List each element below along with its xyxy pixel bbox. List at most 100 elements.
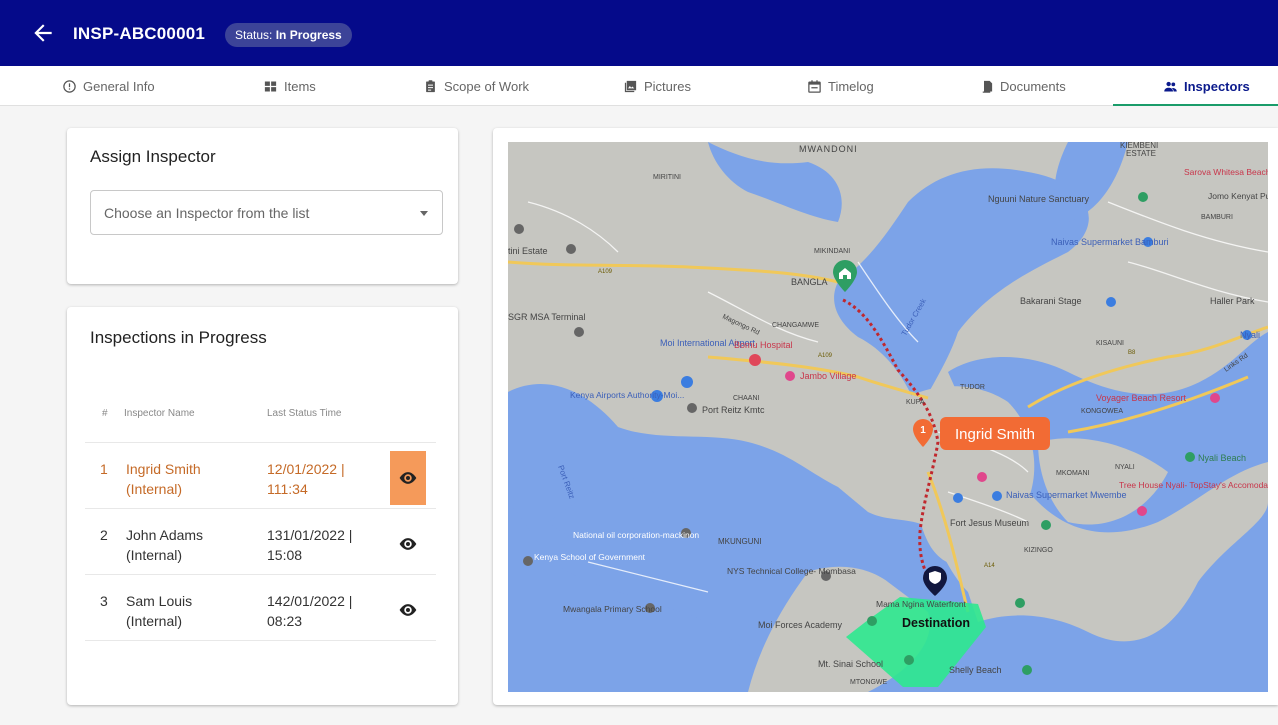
status-prefix: Status:: [235, 28, 273, 42]
map-label: Port Reitz Kmtc: [702, 405, 765, 415]
tab-scope-of-work[interactable]: Scope of Work: [423, 66, 529, 106]
tab-bar: General Info Items Scope of Work Picture…: [0, 66, 1278, 106]
table-row[interactable]: 2 John Adams (Internal) 131/01/2022 | 15…: [85, 508, 436, 574]
map-label: Jambo Village: [800, 371, 856, 381]
map-label: TUDOR: [960, 384, 985, 391]
map-label: MIKINDANI: [814, 248, 850, 255]
inspection-id-title: INSP-ABC00001: [73, 24, 206, 43]
view-inspector-button[interactable]: [390, 517, 426, 571]
map-label: Moi Forces Academy: [758, 620, 843, 630]
map-label: NYALI: [1115, 464, 1135, 471]
inspections-in-progress-card: Inspections in Progress # Inspector Name…: [67, 307, 458, 705]
map-label: Tree House Nyali- TopStay's Accomodation: [1119, 480, 1268, 490]
assign-inspector-card: Assign Inspector Choose an Inspector fro…: [67, 128, 458, 284]
tab-general-info[interactable]: General Info: [62, 66, 155, 106]
map-label: KIZINGO: [1024, 547, 1053, 554]
tab-label: Inspectors: [1184, 78, 1250, 94]
tab-label: Timelog: [828, 78, 874, 94]
tab-items[interactable]: Items: [263, 66, 316, 106]
last-status-time: 142/01/2022 | 08:23: [267, 593, 353, 629]
inspections-title: Inspections in Progress: [90, 328, 267, 347]
inspector-name: John Adams (Internal): [126, 527, 204, 563]
map-view[interactable]: MWANDONI KIEMBENI ESTATE MIRITINI MIKIND…: [508, 142, 1268, 692]
photo-library-icon: [624, 80, 637, 92]
info-circle-icon: [63, 79, 76, 93]
destination-label: Destination: [902, 616, 970, 630]
app-bar: INSP-ABC00001 Status: In Progress: [0, 0, 1278, 66]
map-label: National oil corporation-mackinon: [573, 530, 699, 540]
map-label: A109: [818, 353, 833, 359]
map-label: Fort Jesus Museum: [950, 518, 1029, 528]
map-label: Voyager Beach Resort: [1096, 393, 1187, 403]
map-label: Jomo Kenyat Public Beac: [1208, 191, 1268, 201]
tab-pictures[interactable]: Pictures: [623, 66, 691, 106]
tab-timelog[interactable]: Timelog: [807, 66, 874, 106]
map-label: MKOMANI: [1056, 470, 1090, 477]
inspector-name-label[interactable]: Ingrid Smith: [940, 417, 1050, 450]
map-label: KISAUNI: [1096, 340, 1124, 347]
map-label: Naivas Supermarket Bamburi: [1051, 237, 1169, 247]
map-label: ESTATE: [1126, 149, 1156, 158]
tab-inspectors[interactable]: Inspectors: [1163, 66, 1250, 106]
map-label: Sarova Whitesa Beach Resort & S: [1184, 167, 1268, 177]
tab-label: Pictures: [644, 78, 691, 94]
table-row[interactable]: 3 Sam Louis (Internal) 142/01/2022 | 08:…: [85, 574, 436, 640]
map-label: BAMBURI: [1201, 214, 1233, 221]
map-label: KUPA: [906, 399, 925, 406]
view-inspector-button[interactable]: [390, 451, 426, 505]
inspector-select-placeholder: Choose an Inspector from the list: [104, 205, 310, 221]
last-status-time: 12/01/2022 | 111:34: [267, 461, 345, 497]
eye-icon: [399, 604, 417, 616]
map-card: MWANDONI KIEMBENI ESTATE MIRITINI MIKIND…: [493, 128, 1278, 705]
map-label: BANGLA: [791, 277, 828, 287]
map-label: NYS Technical College- Mombasa: [727, 566, 856, 576]
map-label: Mwangala Primary School: [563, 604, 662, 614]
map-label: Shelly Beach: [949, 665, 1002, 675]
back-arrow-icon[interactable]: [30, 20, 56, 46]
map-label: CHANGAMWE: [772, 322, 819, 329]
status-badge: Status: In Progress: [225, 23, 352, 47]
map-label: Nyali Beach: [1198, 453, 1246, 463]
map-label: Haller Park: [1210, 296, 1255, 306]
map-label: A14: [984, 563, 995, 569]
dropdown-arrow-icon: [420, 211, 428, 216]
map-label: Kenya School of Government: [534, 552, 646, 562]
eye-icon: [399, 538, 417, 550]
tab-documents[interactable]: Documents: [979, 66, 1066, 106]
row-number: 2: [100, 527, 108, 543]
table-bottom-divider: [85, 640, 436, 641]
map-label: KONGOWEA: [1081, 408, 1123, 415]
map-label: Nyali: [1240, 330, 1260, 340]
map-label: SGR MSA Terminal: [508, 312, 585, 322]
documents-icon: [981, 80, 993, 93]
people-icon: [1164, 81, 1177, 91]
row-number: 1: [100, 461, 108, 477]
active-tab-indicator: [1113, 104, 1278, 106]
table-row[interactable]: 1 Ingrid Smith (Internal) 12/01/2022 | 1…: [85, 442, 436, 508]
assign-inspector-title: Assign Inspector: [90, 147, 216, 166]
tab-label: Scope of Work: [444, 78, 530, 94]
view-inspector-button[interactable]: [390, 583, 426, 637]
map-label: Kenya Airports Authority-Moi...: [570, 390, 684, 400]
clipboard-icon: [426, 79, 435, 92]
map-canvas[interactable]: MWANDONI KIEMBENI ESTATE MIRITINI MIKIND…: [508, 142, 1268, 692]
column-header-time: Last Status Time: [267, 408, 342, 419]
map-label: Nguuni Nature Sanctuary: [988, 194, 1090, 204]
map-label: MWANDONI: [799, 144, 858, 154]
map-label: Naivas Supermarket Mwembe: [1006, 490, 1127, 500]
last-status-time: 131/01/2022 | 15:08: [267, 527, 353, 563]
map-label: MIRITINI: [653, 174, 681, 181]
map-label: MKUNGUNI: [718, 537, 762, 546]
column-header-name: Inspector Name: [124, 408, 195, 419]
map-label: B8: [1128, 350, 1136, 356]
calendar-icon: [808, 79, 821, 93]
inspector-select[interactable]: Choose an Inspector from the list: [90, 190, 443, 235]
tab-label: General Info: [83, 78, 155, 94]
map-label: Mama Ngina Waterfront: [876, 599, 967, 609]
eye-icon: [399, 472, 417, 484]
inspector-name-label-text: Ingrid Smith: [955, 426, 1035, 443]
map-label: Bakarani Stage: [1020, 296, 1082, 306]
map-label: Bomu Hospital: [734, 340, 793, 350]
tab-label: Items: [284, 78, 316, 94]
tab-label: Documents: [1000, 78, 1066, 94]
